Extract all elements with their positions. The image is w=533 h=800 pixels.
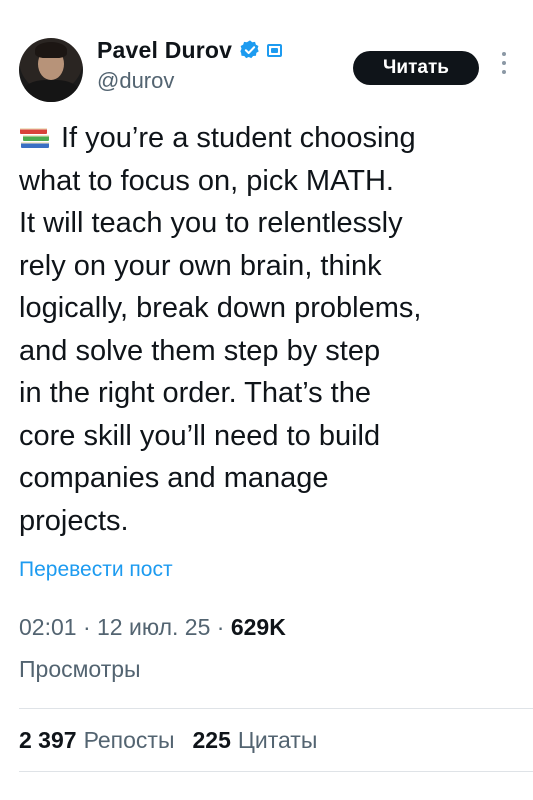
post-meta: 02:01 · 12 июл. 25 · 629K bbox=[19, 614, 286, 641]
post-time[interactable]: 02:01 bbox=[19, 614, 77, 640]
tweet-line: logically, break down problems, bbox=[19, 292, 422, 324]
follow-button[interactable]: Читать bbox=[353, 51, 479, 85]
divider bbox=[19, 708, 533, 709]
author-name-row: Pavel Durov bbox=[97, 34, 283, 66]
quotes-count: 225 bbox=[192, 727, 231, 753]
tweet-header: Pavel Durov @durov Читать bbox=[0, 0, 533, 110]
books-icon bbox=[20, 128, 49, 148]
tweet-line: what to focus on, pick MATH. bbox=[19, 164, 394, 197]
tweet-line: rely on your own brain, think bbox=[19, 249, 382, 282]
divider bbox=[19, 771, 533, 772]
tweet-line: in the right order. That’s the bbox=[19, 377, 371, 409]
engagement-stats: 2 397 Репосты 225 Цитаты bbox=[19, 727, 335, 754]
author-handle[interactable]: @durov bbox=[97, 68, 174, 94]
more-options-icon[interactable] bbox=[501, 52, 507, 78]
meta-separator: · bbox=[216, 614, 225, 640]
avatar[interactable] bbox=[19, 38, 83, 102]
affiliate-badge-icon bbox=[267, 43, 283, 57]
tweet-line: and solve them step by step bbox=[19, 334, 381, 367]
tweet-line: It will teach you to relentlessly bbox=[19, 207, 403, 239]
translate-post-link[interactable]: Перевести пост bbox=[19, 558, 173, 582]
quotes-stat[interactable]: 225 Цитаты bbox=[193, 727, 336, 753]
quotes-label: Цитаты bbox=[237, 727, 318, 753]
post-date[interactable]: 12 июл. 25 bbox=[97, 614, 210, 640]
tweet-line: If you’re a student choosing bbox=[61, 122, 416, 154]
author-name[interactable]: Pavel Durov bbox=[97, 37, 232, 64]
tweet-line: core skill you’ll need to build bbox=[19, 419, 381, 452]
views-count: 629K bbox=[230, 614, 286, 640]
meta-separator: · bbox=[82, 614, 91, 640]
tweet-line: companies and manage bbox=[19, 462, 329, 494]
reposts-stat[interactable]: 2 397 Репосты bbox=[19, 727, 193, 753]
reposts-count: 2 397 bbox=[19, 727, 77, 753]
verified-badge-icon[interactable] bbox=[239, 39, 261, 61]
reposts-label: Репосты bbox=[83, 727, 175, 753]
tweet-line: projects. bbox=[19, 504, 129, 537]
views-label: Просмотры bbox=[19, 656, 141, 682]
tweet-body: If you’re a student choosing what to foc… bbox=[19, 117, 524, 542]
